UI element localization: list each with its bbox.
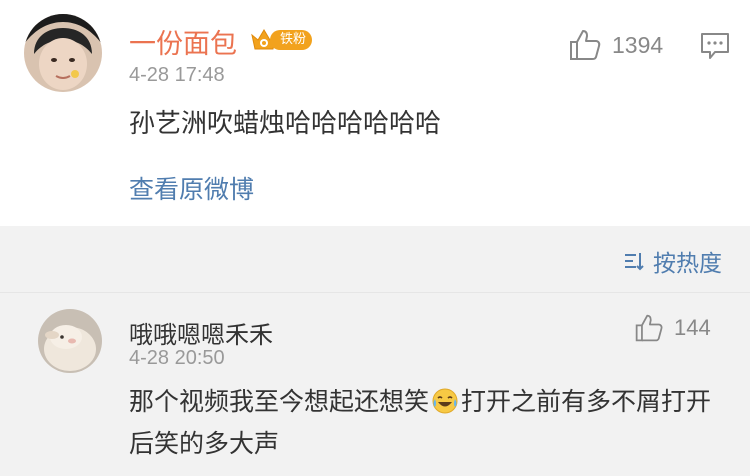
reply-text: 那个视频我至今想起还想笑 打开之前有多不屑打开后笑的多大声 <box>129 381 729 465</box>
fan-badge-label: 铁粉 <box>270 30 312 50</box>
reply-comment: 哦哦嗯嗯禾禾 4-28 20:50 144 那个视频我至今想起还想笑 打开之前有多… <box>0 293 750 476</box>
comment-text: 孙艺洲吹蜡烛哈哈哈哈哈哈 <box>129 109 442 139</box>
username[interactable]: 一份面包 <box>129 22 237 61</box>
avatar[interactable] <box>24 14 102 92</box>
sort-bar: 按热度 <box>0 226 750 293</box>
fan-badge[interactable]: 铁粉 <box>250 27 314 53</box>
reply-avatar[interactable] <box>38 309 102 373</box>
reply-username[interactable]: 哦哦嗯嗯禾禾 <box>129 315 273 350</box>
sort-icon <box>625 253 644 271</box>
sort-label: 按热度 <box>653 251 722 277</box>
thumbs-up-icon <box>635 314 663 342</box>
reply-comment-icon[interactable] <box>700 32 730 60</box>
thumbs-up-icon <box>570 30 601 60</box>
lamb-avatar-icon <box>38 309 102 373</box>
reply-text-part-1: 那个视频我至今想起还想笑 <box>129 387 430 416</box>
sort-by-hot-button[interactable]: 按热度 <box>623 244 722 278</box>
comment-time: 4-28 17:48 <box>129 64 225 86</box>
like-button[interactable]: 1394 <box>568 28 663 62</box>
main-comment: 一份面包 铁粉 4-28 17:48 1394 孙艺洲吹蜡烛哈哈哈哈哈哈 查看原… <box>0 0 750 226</box>
reply-like-count: 144 <box>674 315 711 340</box>
like-count: 1394 <box>612 31 664 58</box>
user-avatar-icon <box>24 14 102 92</box>
reply-like-button[interactable]: 144 <box>634 313 711 343</box>
view-original-link[interactable]: 查看原微博 <box>129 170 254 206</box>
reply-time: 4-28 20:50 <box>129 347 225 369</box>
laughing-tears-emoji-icon <box>431 386 459 414</box>
